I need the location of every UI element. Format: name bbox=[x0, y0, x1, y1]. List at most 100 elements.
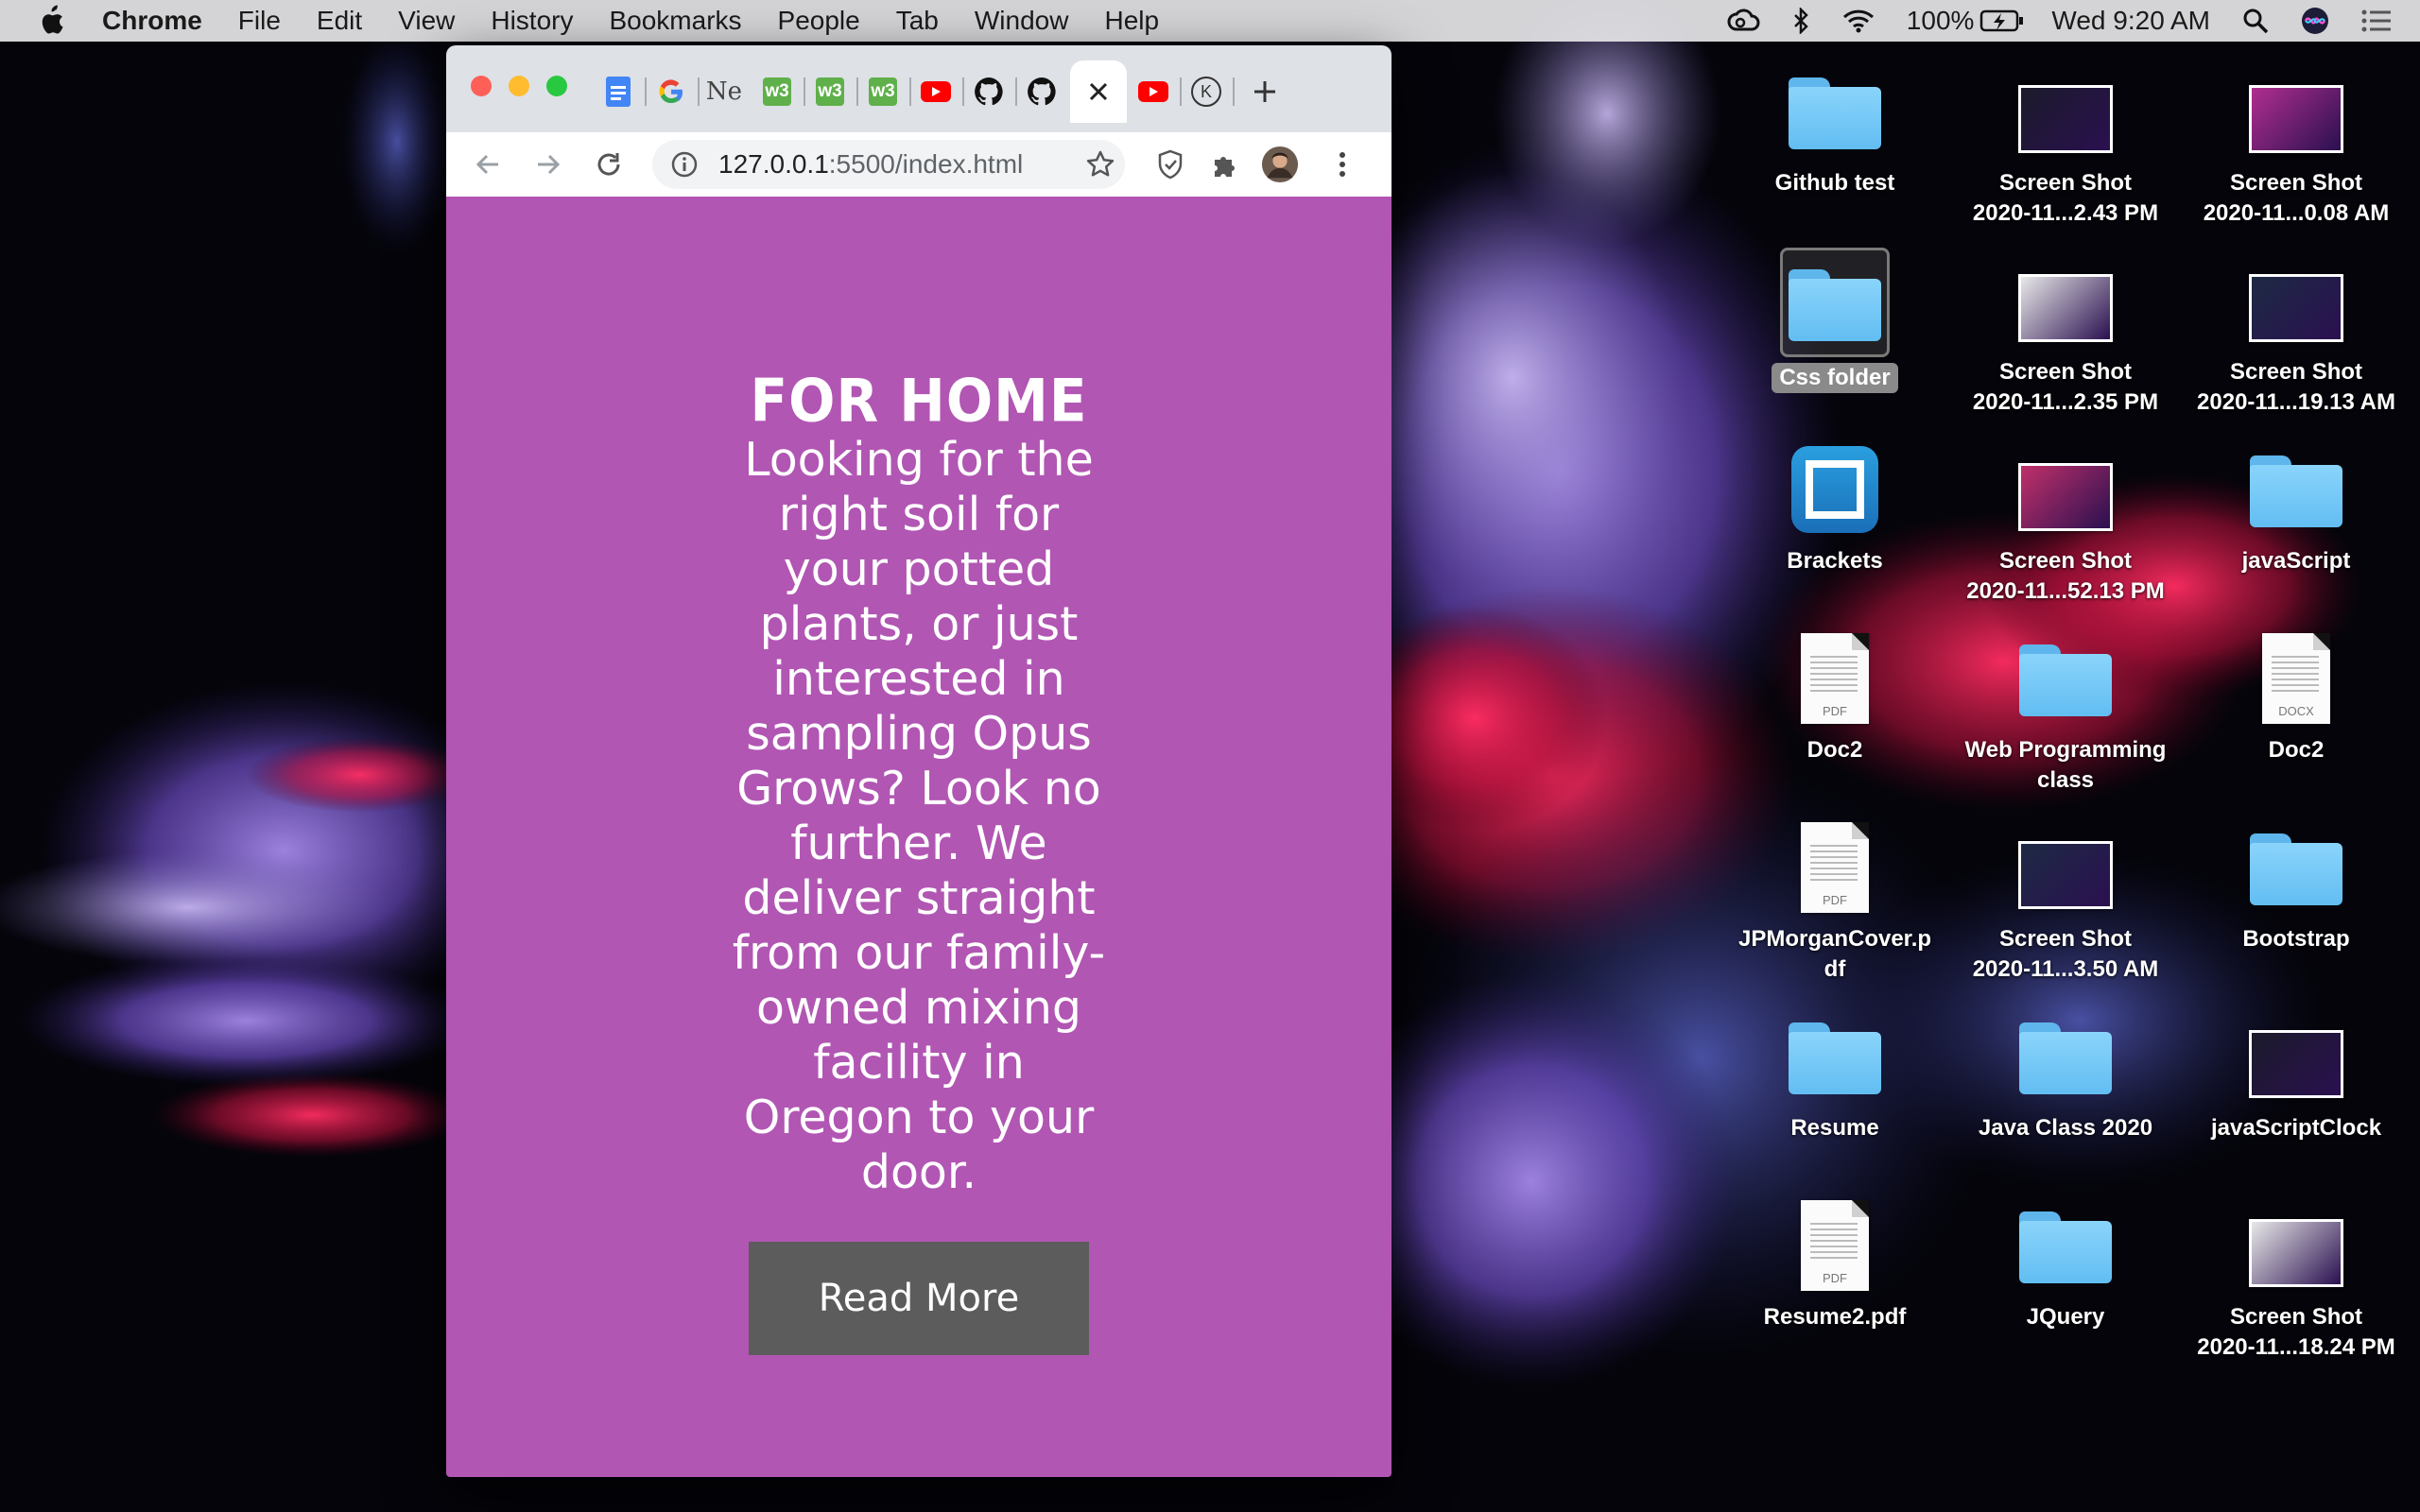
tab-google-docs[interactable] bbox=[594, 60, 643, 123]
desktop-icon-app[interactable]: Brackets bbox=[1721, 437, 1948, 576]
chrome-window: Ne w3 w3 w3 K 127.0.0.1:5500/index.html … bbox=[446, 45, 1392, 1477]
macos-menu-bar: Chrome File Edit View History Bookmarks … bbox=[0, 0, 2420, 42]
folder-icon bbox=[2014, 1193, 2118, 1297]
file-type-label: PDF bbox=[1823, 893, 1847, 907]
desktop-icon-label: Brackets bbox=[1787, 548, 1883, 574]
tab-google[interactable] bbox=[647, 60, 696, 123]
url-text[interactable]: 127.0.0.1:5500/index.html bbox=[718, 140, 1023, 189]
menu-edit[interactable]: Edit bbox=[317, 6, 362, 36]
desktop-icon-docx[interactable]: DOCX Doc2 bbox=[2183, 626, 2410, 765]
extensions-puzzle-icon[interactable] bbox=[1206, 146, 1244, 183]
browser-toolbar: 127.0.0.1:5500/index.html bbox=[446, 132, 1392, 198]
google-icon bbox=[659, 79, 683, 104]
apple-menu-icon[interactable] bbox=[36, 2, 68, 40]
desktop-icon-screenshot[interactable]: Screen Shot 2020-11...3.50 AM bbox=[1952, 815, 2179, 985]
desktop-icon-pdf[interactable]: PDF Doc2 bbox=[1721, 626, 1948, 765]
battery-icon bbox=[1980, 9, 2024, 32]
desktop-icon-label: Screen Shot 2020-11...2.43 PM bbox=[1972, 170, 2159, 226]
page-body-text: Looking for the right soil for your pott… bbox=[732, 433, 1106, 1199]
tab-youtube-2[interactable] bbox=[1129, 60, 1178, 123]
desktop-icon-folder[interactable]: Github test bbox=[1721, 59, 1948, 198]
tab-w3schools-1[interactable]: w3 bbox=[752, 60, 802, 123]
desktop-icon-screenshot[interactable]: Screen Shot 2020-11...0.08 AM bbox=[2183, 59, 2410, 229]
desktop-icon-pdf[interactable]: PDF Resume2.pdf bbox=[1721, 1193, 1948, 1332]
menu-people[interactable]: People bbox=[778, 6, 860, 36]
screenshot-thumbnail-icon bbox=[2244, 248, 2348, 352]
info-icon[interactable] bbox=[671, 151, 698, 182]
desktop-icon-folder[interactable]: Resume bbox=[1721, 1004, 1948, 1143]
siri-icon[interactable] bbox=[2301, 7, 2329, 35]
address-bar[interactable]: 127.0.0.1:5500/index.html bbox=[652, 140, 1125, 189]
desktop-icon-folder[interactable]: Css folder bbox=[1721, 248, 1948, 393]
menu-help[interactable]: Help bbox=[1104, 6, 1159, 36]
desktop-icon-label: Resume2.pdf bbox=[1763, 1304, 1907, 1330]
menu-tab[interactable]: Tab bbox=[896, 6, 939, 36]
new-tab-button[interactable] bbox=[1240, 60, 1289, 123]
tab-w3schools-3[interactable]: w3 bbox=[858, 60, 908, 123]
desktop-icon-folder[interactable]: JQuery bbox=[1952, 1193, 2179, 1332]
wifi-icon[interactable] bbox=[1842, 9, 1875, 33]
tab-k[interactable]: K bbox=[1182, 60, 1231, 123]
forward-button[interactable] bbox=[529, 146, 567, 183]
tab-github-2[interactable] bbox=[1017, 60, 1066, 123]
tab-separator bbox=[1233, 77, 1235, 106]
w3schools-icon: w3 bbox=[763, 77, 791, 106]
minimize-window-button[interactable] bbox=[509, 76, 529, 96]
desktop-icon-label: javaScriptClock bbox=[2210, 1115, 2382, 1141]
desktop-icon-folder[interactable]: javaScript bbox=[2183, 437, 2410, 576]
folder-icon bbox=[1783, 1004, 1887, 1108]
tab-ne[interactable]: Ne bbox=[700, 60, 749, 123]
desktop-icon-folder[interactable]: Bootstrap bbox=[2183, 815, 2410, 954]
back-button[interactable] bbox=[469, 146, 507, 183]
zoom-window-button[interactable] bbox=[546, 76, 567, 96]
desktop-icon-screenshot[interactable]: Screen Shot 2020-11...52.13 PM bbox=[1952, 437, 2179, 607]
spotlight-icon[interactable] bbox=[2242, 8, 2269, 34]
desktop-icon-folder[interactable]: Web Programming class bbox=[1952, 626, 2179, 796]
desktop-icon-label: Resume bbox=[1790, 1115, 1879, 1141]
desktop-icon-pdf[interactable]: PDF JPMorganCover.p df bbox=[1721, 815, 1948, 985]
screenshot-thumbnail-icon bbox=[2014, 815, 2118, 919]
desktop-icon-screenshot[interactable]: Screen Shot 2020-11...18.24 PM bbox=[2183, 1193, 2410, 1363]
close-window-button[interactable] bbox=[471, 76, 492, 96]
bookmark-star-icon[interactable] bbox=[1085, 149, 1115, 184]
file-type-label: PDF bbox=[1823, 1271, 1847, 1285]
read-more-button[interactable]: Read More bbox=[749, 1242, 1089, 1355]
chrome-menu-button[interactable] bbox=[1323, 146, 1361, 183]
desktop-icon-screenshot[interactable]: Screen Shot 2020-11...19.13 AM bbox=[2183, 248, 2410, 418]
tab-youtube-1[interactable] bbox=[911, 60, 960, 123]
tab-w3schools-2[interactable]: w3 bbox=[805, 60, 855, 123]
folder-icon bbox=[2014, 1004, 2118, 1108]
shield-extension-icon[interactable] bbox=[1151, 146, 1189, 183]
desktop-icon-label: Css folder bbox=[1772, 363, 1898, 393]
close-icon[interactable] bbox=[1088, 81, 1109, 102]
desktop-icon-label: Screen Shot 2020-11...0.08 AM bbox=[2203, 170, 2390, 226]
menu-history[interactable]: History bbox=[491, 6, 573, 36]
menu-bookmarks[interactable]: Bookmarks bbox=[609, 6, 741, 36]
notification-center-icon[interactable] bbox=[2361, 9, 2392, 33]
google-docs-icon bbox=[606, 77, 631, 107]
tab-strip: Ne w3 w3 w3 K bbox=[446, 45, 1392, 132]
brackets-app-icon bbox=[1783, 437, 1887, 541]
bluetooth-icon[interactable] bbox=[1793, 8, 1810, 34]
w3schools-icon: w3 bbox=[869, 77, 897, 106]
reload-button[interactable] bbox=[590, 146, 628, 183]
desktop-icon-label: JQuery bbox=[2026, 1304, 2105, 1330]
menu-window[interactable]: Window bbox=[975, 6, 1069, 36]
desktop-icon-screenshot[interactable]: javaScriptClock bbox=[2183, 1004, 2410, 1143]
menu-view[interactable]: View bbox=[398, 6, 455, 36]
profile-avatar[interactable] bbox=[1261, 146, 1299, 183]
menu-file[interactable]: File bbox=[238, 6, 281, 36]
reload-icon bbox=[597, 153, 620, 176]
tab-active[interactable] bbox=[1070, 60, 1127, 123]
document-icon: PDF bbox=[1783, 1193, 1887, 1297]
desktop-icon-screenshot[interactable]: Screen Shot 2020-11...2.43 PM bbox=[1952, 59, 2179, 229]
tab-github-1[interactable] bbox=[964, 60, 1013, 123]
battery-status[interactable]: 100% bbox=[1907, 6, 2026, 36]
creative-cloud-icon[interactable] bbox=[1727, 9, 1761, 33]
menu-app-name[interactable]: Chrome bbox=[102, 6, 202, 36]
desktop-icon-label: Screen Shot 2020-11...18.24 PM bbox=[2197, 1304, 2395, 1360]
desktop-icon-screenshot[interactable]: Screen Shot 2020-11...2.35 PM bbox=[1952, 248, 2179, 418]
desktop-icon-folder[interactable]: Java Class 2020 bbox=[1952, 1004, 2179, 1143]
url-path: :5500/index.html bbox=[828, 149, 1024, 179]
menubar-clock[interactable]: Wed 9:20 AM bbox=[2051, 6, 2210, 36]
